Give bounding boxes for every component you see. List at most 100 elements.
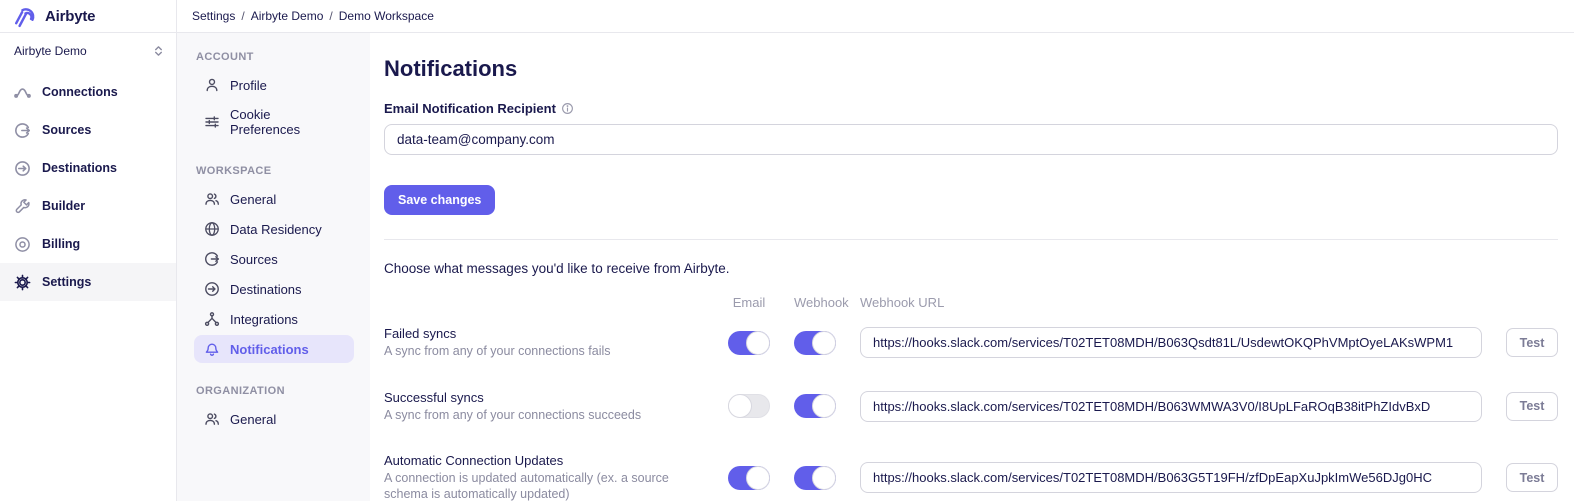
destination-icon [14,160,31,177]
row-title: Automatic Connection Updates [384,453,704,468]
main-content: Notifications Email Notification Recipie… [370,33,1574,501]
destination-icon [204,281,220,297]
toggle-knob [728,394,752,418]
email-recipient-label: Email Notification Recipient [384,101,1558,116]
billing-icon [14,236,31,253]
email-toggle[interactable] [728,466,770,490]
settings-nav-item-integrations[interactable]: Integrations [194,305,354,333]
email-toggle[interactable] [728,331,770,355]
settings-nav-item-cookie-preferences[interactable]: Cookie Preferences [194,101,354,143]
settings-nav-label: Cookie Preferences [230,107,344,137]
settings-nav-item-data-residency[interactable]: Data Residency [194,215,354,243]
notification-row-failed-syncs: Failed syncs A sync from any of your con… [384,326,1558,360]
info-icon[interactable] [561,102,574,115]
sidebar-item-builder[interactable]: Builder [0,187,176,225]
bell-icon [204,341,220,357]
row-text: Failed syncs A sync from any of your con… [384,326,704,360]
sidebar-item-label: Builder [42,199,85,213]
brand-name: Airbyte [45,8,95,25]
workspace-selector-label: Airbyte Demo [14,44,87,58]
gear-icon [14,274,31,291]
sidebar-item-billing[interactable]: Billing [0,225,176,263]
globe-icon [204,221,220,237]
settings-nav-item-profile[interactable]: Profile [194,71,354,99]
sidebar-item-settings[interactable]: Settings [0,263,176,301]
settings-nav-label: Destinations [230,282,302,297]
connections-icon [14,84,31,101]
test-webhook-button[interactable]: Test [1506,392,1558,421]
settings-nav-item-sources[interactable]: Sources [194,245,354,273]
toggle-knob [812,394,836,418]
notifications-table-header: Email Webhook Webhook URL [384,295,1558,310]
section-label: ORGANIZATION [196,385,354,397]
row-title: Successful syncs [384,390,704,405]
sidebar-item-connections[interactable]: Connections [0,73,176,111]
breadcrumb-settings[interactable]: Settings [192,9,235,23]
test-webhook-button[interactable]: Test [1506,328,1558,357]
row-description: A connection is updated automatically (e… [384,471,704,501]
webhook-toggle[interactable] [794,466,836,490]
row-text: Successful syncs A sync from any of your… [384,390,704,424]
section-label: ACCOUNT [196,51,354,63]
settings-nav-label: Profile [230,78,267,93]
row-title: Failed syncs [384,326,704,341]
settings-nav-item-notifications[interactable]: Notifications [194,335,354,363]
settings-nav-item-general[interactable]: General [194,185,354,213]
source-icon [14,122,31,139]
save-changes-button[interactable]: Save changes [384,185,495,215]
users-icon [204,191,220,207]
row-description: A sync from any of your connections succ… [384,408,704,424]
webhook-url-input[interactable] [860,462,1482,493]
page-title: Notifications [384,56,1558,82]
user-icon [204,77,220,93]
sidebar-nav: Connections Sources Dest [0,73,176,301]
brand-logo[interactable]: Airbyte [0,0,177,33]
row-text: Automatic Connection Updates A connectio… [384,453,704,501]
toggle-knob [746,331,770,355]
webhook-toggle[interactable] [794,331,836,355]
column-header-webhook-url: Webhook URL [860,295,1482,310]
breadcrumb-separator: / [241,9,244,23]
settings-nav-label: Integrations [230,312,298,327]
column-header-email: Email [728,295,770,310]
settings-nav-label: General [230,412,276,427]
sidebar-item-label: Settings [42,275,91,289]
settings-nav-label: Sources [230,252,278,267]
settings-nav-item-destinations[interactable]: Destinations [194,275,354,303]
sidebar-item-label: Sources [42,123,91,137]
chevron-updown-icon [152,44,165,58]
settings-section-organization: ORGANIZATION General [194,385,354,433]
email-recipient-input[interactable] [384,124,1558,155]
email-toggle[interactable] [728,394,770,418]
email-recipient-label-text: Email Notification Recipient [384,101,556,116]
sidebar-item-sources[interactable]: Sources [0,111,176,149]
workspace-selector[interactable]: Airbyte Demo [0,33,176,67]
breadcrumb-workspace[interactable]: Demo Workspace [339,9,434,23]
toggle-knob [746,466,770,490]
top-bar: Settings / Airbyte Demo / Demo Workspace [177,0,1574,33]
webhook-toggle[interactable] [794,394,836,418]
wrench-icon [14,198,31,215]
settings-section-workspace: WORKSPACE General [194,165,354,363]
webhook-url-input[interactable] [860,327,1482,358]
webhook-url-input[interactable] [860,391,1482,422]
sidebar-item-label: Billing [42,237,80,251]
sidebar-item-label: Connections [42,85,118,99]
settings-section-account: ACCOUNT Profile Cookie Preferen [194,51,354,143]
airbyte-logo-icon [13,4,38,29]
sidebar-item-label: Destinations [42,161,117,175]
source-icon [204,251,220,267]
sidebar-item-destinations[interactable]: Destinations [0,149,176,187]
toggle-knob [812,466,836,490]
breadcrumb: Settings / Airbyte Demo / Demo Workspace [192,9,434,23]
settings-nav: ACCOUNT Profile Cookie Preferen [177,33,370,501]
app-window: Airbyte Settings / Airbyte Demo / Demo W… [0,0,1574,501]
sliders-icon [204,114,220,130]
section-label: WORKSPACE [196,165,354,177]
users-icon [204,411,220,427]
settings-nav-item-org-general[interactable]: General [194,405,354,433]
test-webhook-button[interactable]: Test [1506,463,1558,492]
row-description: A sync from any of your connections fail… [384,344,704,360]
main-sidebar: Airbyte Demo Connections [0,33,177,501]
breadcrumb-organization[interactable]: Airbyte Demo [251,9,324,23]
